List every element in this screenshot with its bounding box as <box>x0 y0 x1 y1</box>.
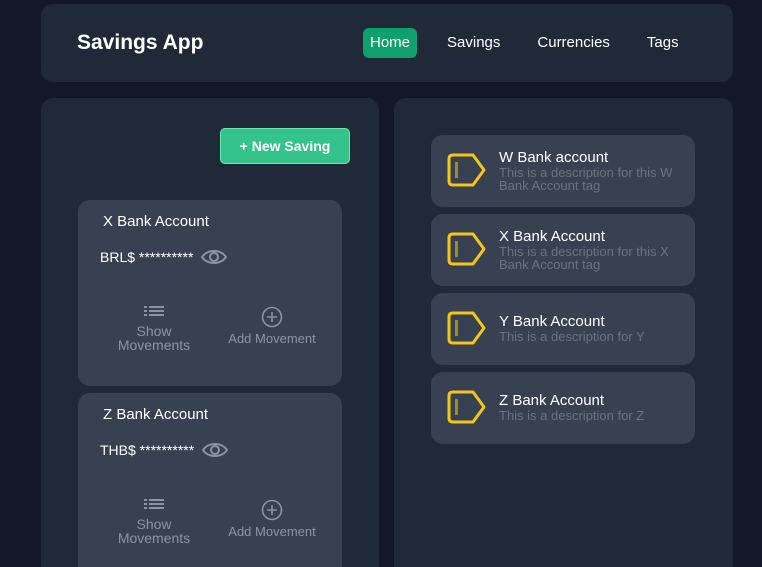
saving-name: Z Bank Account <box>103 406 209 423</box>
new-saving-button[interactable]: + New Saving <box>220 128 350 164</box>
tag-name: W Bank account <box>499 149 609 166</box>
tags-panel: W Bank account This is a description for… <box>394 98 733 567</box>
add-movement-label: Add Movement <box>228 524 316 539</box>
nav-savings[interactable]: Savings <box>440 28 507 58</box>
show-movements-label: Show Movements <box>117 516 191 546</box>
show-movements-button[interactable]: Show Movements <box>104 499 204 545</box>
show-movements-button[interactable]: Show Movements <box>104 306 204 352</box>
tag-icon <box>445 152 487 193</box>
saving-balance: BRL$ ********** <box>100 247 228 267</box>
plus-circle-icon <box>261 499 283 521</box>
saving-card: X Bank Account BRL$ ********** Show Move… <box>78 200 342 386</box>
tag-name: Z Bank Account <box>499 392 605 409</box>
tag-description: This is a description for Z <box>499 408 645 423</box>
saving-balance: THB$ ********** <box>100 440 229 460</box>
eye-icon[interactable] <box>201 440 229 460</box>
list-icon <box>144 306 164 316</box>
app-title: Savings App <box>77 31 204 54</box>
savings-panel: + New Saving X Bank Account BRL$ *******… <box>41 98 379 567</box>
tag-name: X Bank Account <box>499 228 605 245</box>
tag-description: This is a description for this X Bank Ac… <box>499 244 669 272</box>
tag-card[interactable]: Z Bank Account This is a description for… <box>431 372 695 444</box>
tag-card[interactable]: W Bank account This is a description for… <box>431 135 695 207</box>
eye-icon[interactable] <box>200 247 228 267</box>
nav-tags[interactable]: Tags <box>640 28 686 58</box>
tag-icon <box>445 310 487 351</box>
tag-name: Y Bank Account <box>499 313 605 330</box>
show-movements-label: Show Movements <box>117 323 191 353</box>
tag-card[interactable]: X Bank Account This is a description for… <box>431 214 695 286</box>
add-movement-label: Add Movement <box>228 331 316 346</box>
saving-balance-value: THB$ ********** <box>100 442 195 458</box>
plus-circle-icon <box>261 306 283 328</box>
main-nav: Home Savings Currencies Tags <box>363 28 686 58</box>
tag-icon <box>445 389 487 430</box>
nav-home[interactable]: Home <box>363 28 418 58</box>
tag-icon <box>445 231 487 272</box>
saving-card: Z Bank Account THB$ ********** Show Move… <box>78 393 342 567</box>
add-movement-button[interactable]: Add Movement <box>222 306 322 345</box>
saving-balance-value: BRL$ ********** <box>100 249 194 265</box>
tag-description: This is a description for this W Bank Ac… <box>499 165 673 193</box>
app-header: Savings App Home Savings Currencies Tags <box>41 4 733 82</box>
add-movement-button[interactable]: Add Movement <box>222 499 322 538</box>
tag-card[interactable]: Y Bank Account This is a description for… <box>431 293 695 365</box>
nav-currencies[interactable]: Currencies <box>530 28 617 58</box>
saving-name: X Bank Account <box>103 213 209 230</box>
list-icon <box>144 499 164 509</box>
tag-description: This is a description for Y <box>499 329 645 344</box>
